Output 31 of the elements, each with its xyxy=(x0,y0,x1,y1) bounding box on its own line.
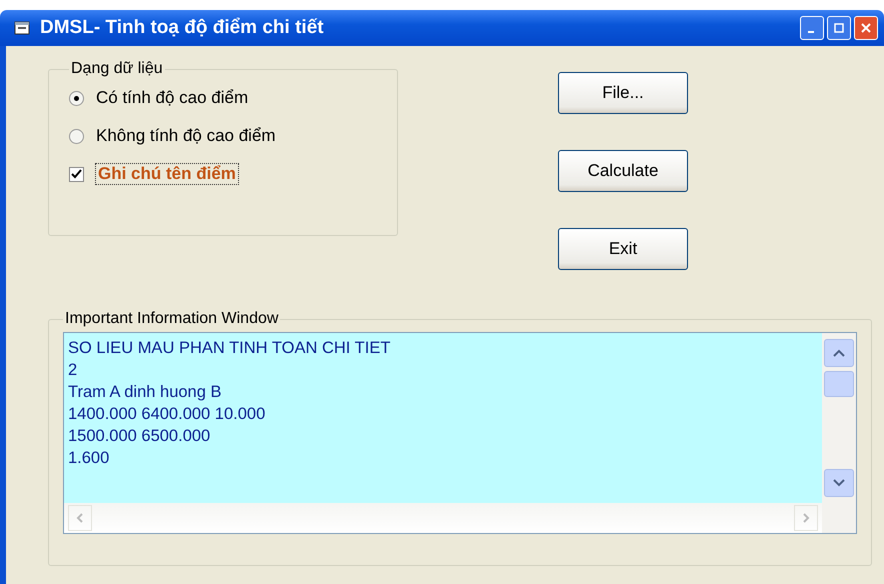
text-line: SO LIEU MAU PHAN TINH TOAN CHI TIET xyxy=(68,338,392,359)
text-line: 1500.000 6500.000 xyxy=(68,426,212,447)
radio-option[interactable]: Có tính độ cao điểm xyxy=(69,88,248,108)
vertical-scrollbar[interactable] xyxy=(822,333,856,533)
maximize-button[interactable] xyxy=(827,16,851,40)
scroll-down-icon[interactable] xyxy=(824,469,854,497)
scroll-up-icon[interactable] xyxy=(824,339,854,367)
minimize-button[interactable] xyxy=(800,16,824,40)
checkbox-option[interactable]: Ghi chú tên điểm xyxy=(69,164,238,184)
group-label: Dạng dữ liệu xyxy=(70,60,164,78)
close-icon xyxy=(861,23,871,33)
radio-button[interactable] xyxy=(69,90,84,106)
action-button[interactable]: File... xyxy=(558,72,688,114)
radio-button[interactable] xyxy=(69,128,84,144)
option-label: Có tính độ cao điểm xyxy=(96,88,248,108)
scroll-thumb[interactable] xyxy=(824,371,854,397)
window-title: DMSL- Tinh toạ độ điểm chi tiết xyxy=(40,17,324,39)
checkbox[interactable] xyxy=(69,166,84,182)
text-line: 1.600 xyxy=(68,448,110,469)
text-line: Tram A dinh huong B xyxy=(68,382,222,403)
info-text-area[interactable]: SO LIEU MAU PHAN TINH TOAN CHI TIET 2 Tram A dinh huong B 1400.000 6400.000 10.000 1500.000 6500.000 1.600 xyxy=(63,332,857,534)
action-button[interactable]: Calculate xyxy=(558,150,688,192)
text-line: 2 xyxy=(68,360,78,381)
app-icon xyxy=(14,21,30,35)
text-line: 1400.000 6400.000 10.000 xyxy=(68,404,266,425)
maximize-icon xyxy=(834,23,844,33)
action-button[interactable]: Exit xyxy=(558,228,688,270)
option-label: Ghi chú tên điểm xyxy=(96,164,238,184)
minimize-icon xyxy=(808,31,814,33)
close-button[interactable] xyxy=(854,16,878,40)
group-label: Important Information Window xyxy=(64,310,280,328)
